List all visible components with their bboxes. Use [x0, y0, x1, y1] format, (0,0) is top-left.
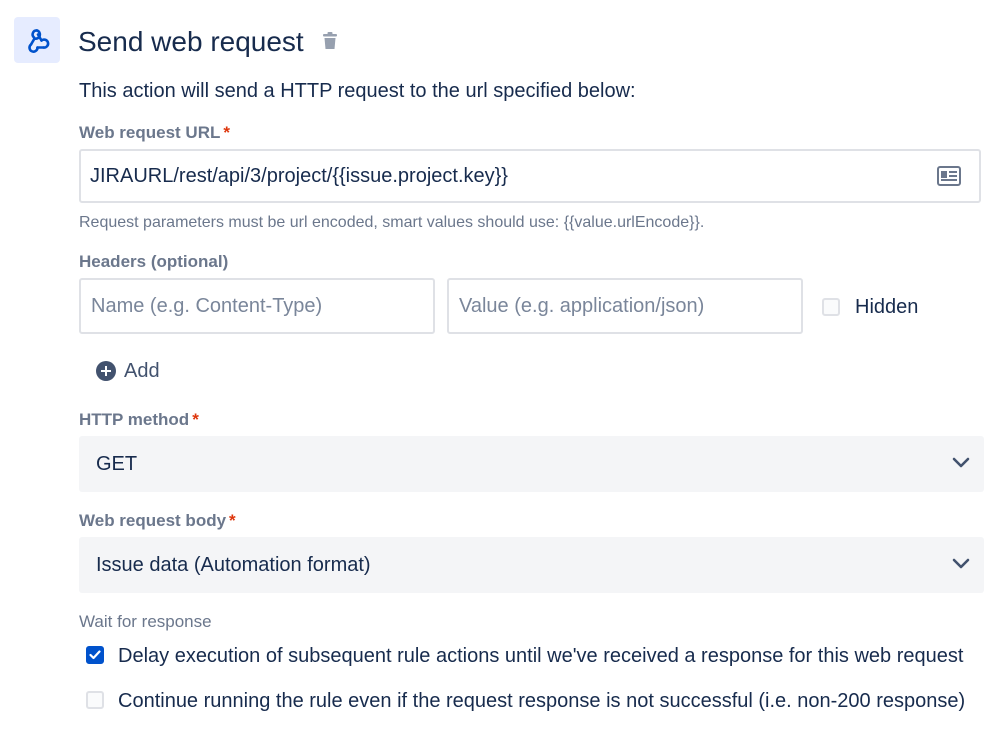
checkmark-icon — [89, 650, 101, 660]
body-selected-value: Issue data (Automation format) — [96, 554, 371, 576]
url-label: Web request URL * — [79, 123, 230, 143]
body-select[interactable]: Issue data (Automation format) — [79, 537, 984, 593]
url-field[interactable] — [79, 149, 981, 203]
header-name-field[interactable] — [79, 278, 435, 334]
trash-icon[interactable] — [320, 31, 340, 51]
header-name-input[interactable] — [81, 280, 433, 332]
header-value-input[interactable] — [449, 280, 801, 332]
url-hint: Request parameters must be url encoded, … — [79, 214, 705, 231]
continue-running-checkbox[interactable] — [86, 691, 104, 709]
wait-label: Wait for response — [79, 612, 212, 631]
required-marker: * — [229, 511, 236, 530]
delay-execution-label: Delay execution of subsequent rule actio… — [118, 645, 964, 667]
body-label: Web request body * — [79, 511, 236, 531]
action-description: This action will send a HTTP request to … — [79, 80, 636, 102]
method-selected-value: GET — [96, 453, 138, 475]
add-header-label: Add — [124, 359, 160, 382]
webhook-icon — [14, 17, 60, 63]
hidden-label: Hidden — [855, 296, 919, 318]
send-web-request-panel: Send web request This action will send a… — [0, 0, 999, 735]
plus-circle-icon — [96, 361, 116, 381]
continue-running-label: Continue running the rule even if the re… — [118, 690, 966, 712]
page-title: Send web request — [78, 26, 304, 57]
add-header-button[interactable]: Add — [96, 357, 160, 385]
hidden-checkbox[interactable] — [822, 298, 840, 316]
url-input[interactable] — [81, 150, 932, 202]
smart-value-icon[interactable] — [937, 166, 961, 186]
chevron-down-icon — [952, 558, 970, 569]
required-marker: * — [223, 123, 230, 142]
headers-label: Headers (optional) — [79, 252, 229, 271]
url-label-text: Web request URL — [79, 123, 221, 142]
body-label-text: Web request body — [79, 511, 227, 530]
method-label: HTTP method * — [79, 410, 199, 430]
delay-execution-checkbox[interactable] — [86, 646, 104, 664]
chevron-down-icon — [952, 457, 970, 468]
method-select[interactable]: GET — [79, 436, 984, 492]
header-value-field[interactable] — [447, 278, 803, 334]
required-marker: * — [192, 410, 199, 429]
method-label-text: HTTP method — [79, 410, 190, 429]
